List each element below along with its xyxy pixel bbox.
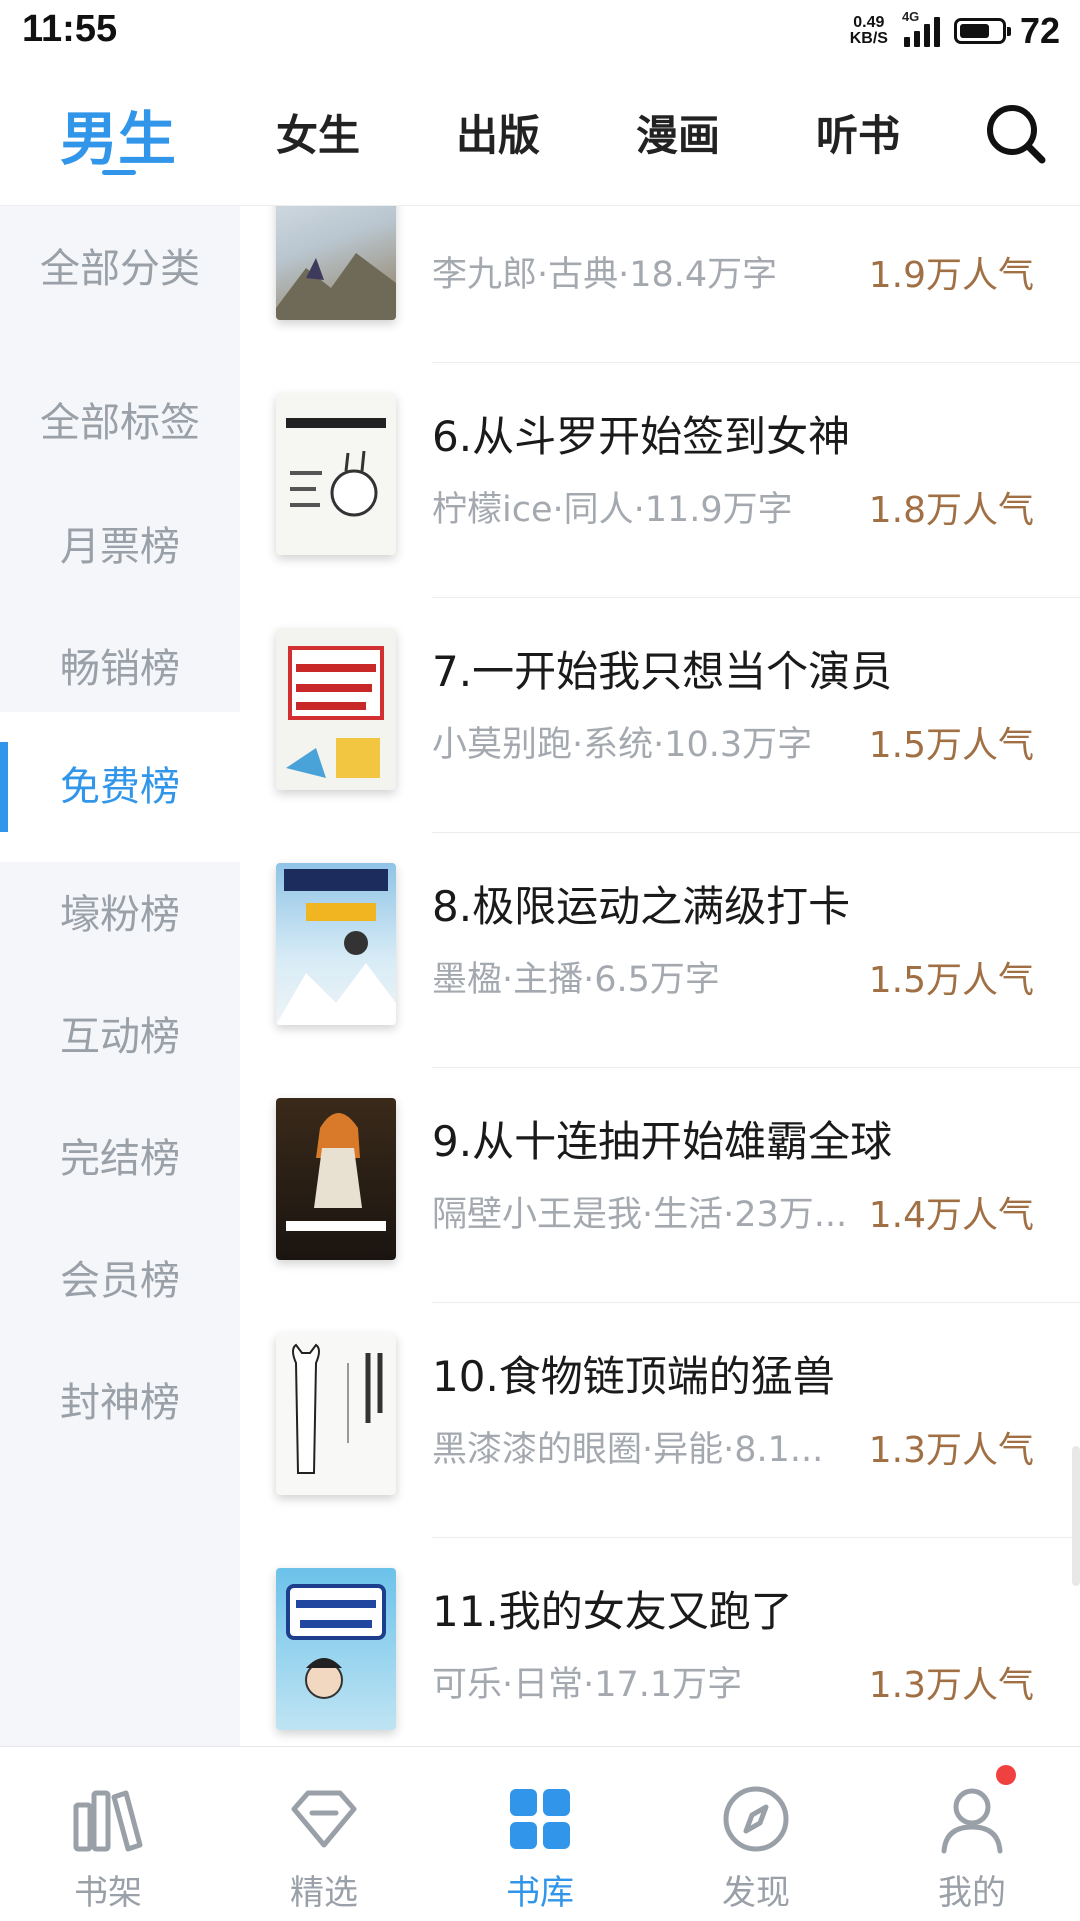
sidebar-item-all-tags[interactable]: 全部标签 [0,390,240,448]
book-cover [276,1568,396,1730]
search-icon [987,105,1046,164]
book-title: 10.食物链顶端的猛兽 [432,1352,835,1401]
book-popularity: 1.8万人气 [868,490,1034,531]
battery-level: 72 [1019,10,1060,51]
notification-badge [996,1765,1016,1785]
list-item[interactable]: 李九郎·古典·18.4万字 1.9万人气 [240,206,1080,363]
nav-label: 书架 [74,1873,142,1913]
list-item[interactable]: 8.极限运动之满级打卡 墨楹·主播·6.5万字 1.5万人气 [240,833,1080,1068]
status-time: 11:55 [22,8,118,50]
sidebar-item-bestseller[interactable]: 畅销榜 [0,636,240,694]
book-cover [276,393,396,555]
book-title: 11.我的女友又跑了 [432,1587,793,1636]
nav-featured[interactable]: 精选 [216,1747,432,1921]
book-popularity: 1.3万人气 [868,1665,1034,1706]
tab-audiobooks[interactable]: 听书 [816,102,900,163]
book-popularity: 1.5万人气 [868,960,1034,1001]
tab-female[interactable]: 女生 [276,102,360,163]
net-speed-value: 0.49 [853,14,885,31]
compass-icon [723,1786,789,1852]
scrollbar[interactable] [1072,1446,1080,1586]
sidebar-item-rich-fans[interactable]: 壕粉榜 [0,882,240,940]
active-tab-indicator [102,170,136,175]
book-title: 9.从十连抽开始雄霸全球 [432,1117,893,1166]
tab-comics[interactable]: 漫画 [636,102,720,163]
book-meta: 隔壁小王是我·生活·23万... [432,1195,848,1235]
book-cover [276,1098,396,1260]
sidebar-item-all-categories[interactable]: 全部分类 [0,236,240,294]
tab-male[interactable]: 男生 [60,92,176,176]
book-meta: 小莫别跑·系统·10.3万字 [432,725,813,765]
book-popularity: 1.5万人气 [868,725,1034,766]
profile-icon [941,1788,1003,1854]
nav-bookshelf[interactable]: 书架 [0,1747,216,1921]
book-meta: 墨楹·主播·6.5万字 [432,960,720,1000]
nav-label: 我的 [938,1873,1006,1913]
sidebar-item-legend[interactable]: 封神榜 [0,1370,240,1428]
book-title: 8.极限运动之满级打卡 [432,882,851,931]
book-ranking-list: 李九郎·古典·18.4万字 1.9万人气 6.从斗罗开始签到女神 柠檬ice·同… [240,206,1080,1746]
grid-icon [510,1789,570,1849]
nav-label: 发现 [722,1873,790,1913]
diamond-icon [291,1790,357,1848]
network-type: 4G [901,9,920,24]
net-speed: 0.49 KB/S [850,15,888,47]
list-item[interactable]: 11.我的女友又跑了 可乐·日常·17.1万字 1.3万人气 [240,1538,1080,1746]
sidebar-item-interaction[interactable]: 互动榜 [0,1004,240,1062]
bottom-nav: 书架 精选 书库 发现 我的 [0,1746,1080,1921]
book-meta: 可乐·日常·17.1万字 [432,1665,743,1705]
nav-label: 精选 [290,1873,358,1913]
book-cover [276,863,396,1025]
nav-label: 书库 [506,1873,574,1913]
book-cover [276,1333,396,1495]
category-sidebar: 全部分类 全部标签 月票榜 畅销榜 免费榜 壕粉榜 互动榜 完结榜 会员榜 封神… [0,206,240,1746]
signal-icon: 4G [902,9,940,47]
status-icons: 0.49 KB/S 4G 72 [850,9,1060,52]
search-button[interactable] [982,100,1048,166]
book-cover [276,628,396,790]
sidebar-item-monthly-ticket[interactable]: 月票榜 [0,514,240,572]
book-popularity: 1.4万人气 [868,1195,1034,1236]
bookshelf-icon [73,1790,143,1852]
book-meta: 李九郎·古典·18.4万字 [432,255,778,295]
list-item[interactable]: 10.食物链顶端的猛兽 黑漆漆的眼圈·异能·8.1... 1.3万人气 [240,1303,1080,1538]
tab-publishing[interactable]: 出版 [456,102,540,163]
book-popularity: 1.3万人气 [868,1430,1034,1471]
nav-profile[interactable]: 我的 [864,1747,1080,1921]
book-meta: 柠檬ice·同人·11.9万字 [432,490,793,530]
sidebar-item-member[interactable]: 会员榜 [0,1248,240,1306]
sidebar-item-completed[interactable]: 完结榜 [0,1126,240,1184]
list-item[interactable]: 7.一开始我只想当个演员 小莫别跑·系统·10.3万字 1.5万人气 [240,598,1080,833]
net-speed-unit: KB/S [849,30,888,47]
list-item[interactable]: 9.从十连抽开始雄霸全球 隔壁小王是我·生活·23万... 1.4万人气 [240,1068,1080,1303]
top-tab-bar: 男生 女生 出版 漫画 听书 [0,60,1080,206]
book-meta: 黑漆漆的眼圈·异能·8.1... [432,1430,824,1470]
book-title: 6.从斗罗开始签到女神 [432,412,851,461]
status-bar: 11:55 0.49 KB/S 4G 72 [0,0,1080,60]
book-popularity: 1.9万人气 [868,255,1034,296]
sidebar-item-free[interactable]: 免费榜 [0,712,240,862]
nav-library[interactable]: 书库 [432,1747,648,1921]
book-cover [276,206,396,320]
nav-discover[interactable]: 发现 [648,1747,864,1921]
book-title: 7.一开始我只想当个演员 [432,647,893,696]
battery-icon [953,18,1011,44]
list-item[interactable]: 6.从斗罗开始签到女神 柠檬ice·同人·11.9万字 1.8万人气 [240,363,1080,598]
